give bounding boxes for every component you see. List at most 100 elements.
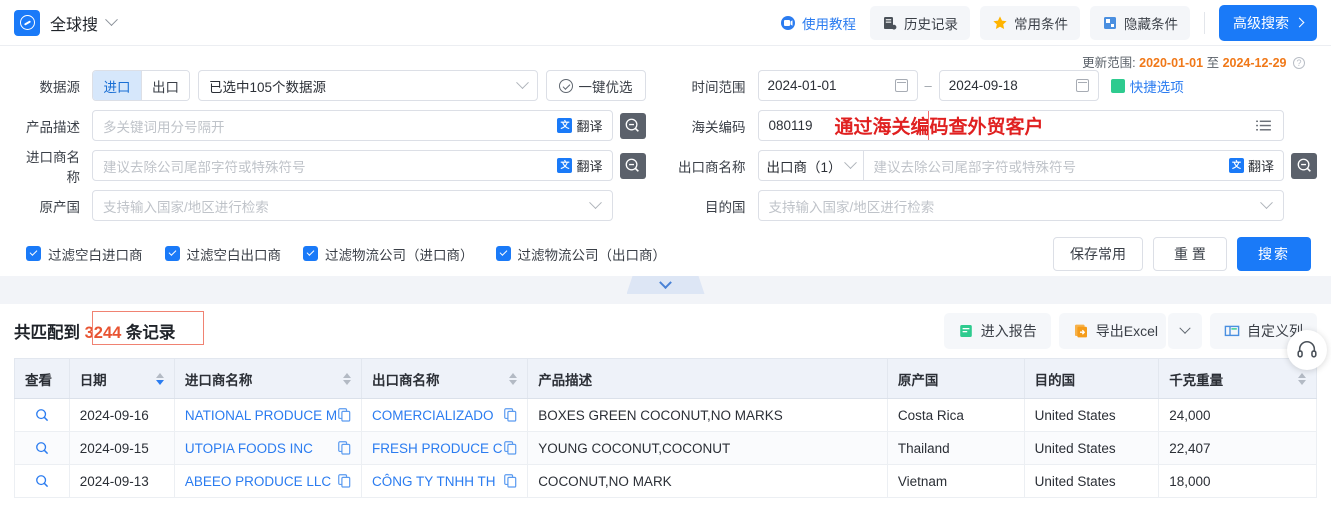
cell-view[interactable] — [14, 398, 70, 432]
exporter-name-field[interactable]: 出口商（1） 建议去除公司尾部字符或特殊符号 文A 翻译 — [757, 150, 1284, 181]
cell-view[interactable] — [14, 464, 70, 498]
checkbox-checked-icon — [164, 246, 180, 261]
customer-service-button[interactable] — [1287, 330, 1327, 370]
chevron-down-icon[interactable] — [105, 13, 118, 27]
filter-blank-importer[interactable]: 过滤空白进口商 — [26, 244, 143, 264]
table-row[interactable]: 2024-09-16 NATIONAL PRODUCE M COMERCIALI… — [14, 398, 1317, 432]
exporter-name-zoom-button[interactable] — [1291, 152, 1317, 179]
importer-name-field[interactable]: 建议去除公司尾部字符或特殊符号 文A 翻译 — [92, 150, 613, 181]
dest-country-field[interactable]: 支持输入国家/地区进行检索 — [757, 190, 1284, 221]
importer-name-zoom-button[interactable] — [619, 152, 646, 179]
sort-weight-icon[interactable] — [1298, 372, 1306, 385]
product-desc-row: 产品描述 多关键词用分号隔开 文A 翻译 — [14, 110, 646, 141]
copy-icon[interactable] — [504, 408, 517, 422]
reset-button[interactable]: 重 置 — [1153, 236, 1227, 271]
col-exporter[interactable]: 出口商名称 — [361, 358, 529, 399]
table-row[interactable]: 2024-09-13 ABEEO PRODUCE LLC CÔNG TY TNH… — [14, 464, 1317, 498]
history-label: 历史记录 — [904, 16, 958, 32]
origin-country-row: 原产国 支持输入国家/地区进行检索 — [14, 190, 646, 221]
cell-importer[interactable]: UTOPIA FOODS INC — [173, 431, 363, 465]
export-excel-button[interactable]: 导出Excel — [1058, 313, 1166, 349]
importer-link[interactable]: ABEEO PRODUCE LLC — [185, 474, 331, 489]
cell-exporter[interactable]: COMERCIALIZADO — [361, 398, 529, 432]
copy-icon[interactable] — [338, 408, 351, 422]
list-icon[interactable] — [1256, 120, 1271, 132]
time-range-start-value: 2024-01-01 — [767, 78, 837, 93]
col-view-label: 查看 — [25, 372, 52, 388]
cell-product: COCONUT,NO MARK — [527, 464, 888, 498]
quick-options-icon — [1110, 78, 1125, 93]
cell-importer[interactable]: ABEEO PRODUCE LLC — [173, 464, 363, 498]
segment-import[interactable]: 进口 — [93, 71, 141, 100]
enter-report-button[interactable]: 进入报告 — [943, 313, 1051, 349]
history-button[interactable]: 历史记录 — [870, 5, 970, 40]
time-range-end-input[interactable]: 2024-09-18 — [938, 70, 1099, 101]
exporter-link[interactable]: FRESH PRODUCE C — [372, 441, 503, 456]
col-importer[interactable]: 进口商名称 — [173, 358, 363, 399]
view-detail-icon[interactable] — [25, 441, 59, 455]
table-header-row: 查看 日期 进口商名称 出口商名称 产品描述 原产国 目的国 千克重量 — [14, 358, 1317, 399]
quick-options-button[interactable]: 快捷选项 — [1110, 76, 1184, 96]
advanced-search-button[interactable]: 高级搜索 — [1219, 4, 1317, 41]
exporter-name-translate-button[interactable]: 文A 翻译 — [1220, 156, 1283, 180]
view-detail-icon[interactable] — [25, 408, 59, 422]
view-detail-icon[interactable] — [25, 474, 59, 488]
segment-export[interactable]: 出口 — [141, 71, 189, 100]
copy-icon[interactable] — [504, 441, 517, 455]
product-desc-translate-button[interactable]: 文A 翻译 — [548, 116, 611, 140]
filter-logistics-importer[interactable]: 过滤物流公司（进口商） — [303, 244, 474, 264]
importer-link[interactable]: NATIONAL PRODUCE M — [185, 408, 337, 423]
copy-icon[interactable] — [338, 441, 351, 455]
product-desc-field[interactable]: 多关键词用分号隔开 文A 翻译 — [92, 110, 613, 141]
origin-country-placeholder: 支持输入国家/地区进行检索 — [103, 199, 269, 215]
exporter-name-row: 出口商名称 出口商（1） 建议去除公司尾部字符或特殊符号 文A 翻译 — [666, 150, 1317, 181]
results-count: 共匹配到 3244 条记录 — [14, 311, 204, 345]
data-source-select[interactable]: 已选中105个数据源 — [198, 70, 538, 101]
col-destination[interactable]: 目的国 — [1023, 358, 1160, 399]
table-row[interactable]: 2024-09-15 UTOPIA FOODS INC FRESH PRODUC… — [14, 431, 1317, 465]
enter-report-label: 进入报告 — [980, 323, 1037, 339]
sort-exporter-icon[interactable] — [509, 372, 518, 385]
save-common-button[interactable]: 保存常用 — [1053, 236, 1143, 271]
origin-country-field[interactable]: 支持输入国家/地区进行检索 — [92, 190, 613, 221]
cell-exporter[interactable]: CÔNG TY TNHH TH — [361, 464, 529, 498]
col-product[interactable]: 产品描述 — [527, 358, 888, 399]
cell-importer[interactable]: NATIONAL PRODUCE M — [173, 398, 363, 432]
copy-icon[interactable] — [504, 474, 517, 488]
cell-view[interactable] — [14, 431, 70, 465]
one-click-optimize-button[interactable]: 一键优选 — [545, 70, 646, 101]
chevron-down-icon — [1179, 322, 1191, 334]
exporter-name-placeholder: 建议去除公司尾部字符或特殊符号 — [873, 159, 1077, 175]
col-origin[interactable]: 原产国 — [886, 358, 1025, 399]
search-column-right: 时间范围 2024-01-01 – 2024-09-18 快捷选项 海关编码 0… — [666, 70, 1318, 230]
filter-logistics-exporter[interactable]: 过滤物流公司（出口商） — [495, 244, 666, 264]
exporter-link[interactable]: CÔNG TY TNHH TH — [372, 474, 496, 489]
copy-icon[interactable] — [338, 474, 351, 488]
tutorial-link[interactable]: 使用教程 — [776, 7, 860, 39]
importer-name-translate-button[interactable]: 文A 翻译 — [548, 156, 611, 180]
cell-weight: 24,000 — [1158, 398, 1317, 432]
cell-destination: United States — [1023, 431, 1160, 465]
hide-conditions-button[interactable]: 隐藏条件 — [1090, 5, 1190, 40]
search-button[interactable]: 搜索 — [1237, 236, 1311, 271]
col-view[interactable]: 查看 — [14, 358, 70, 399]
translate-label: 翻译 — [576, 119, 603, 134]
time-range-start-input[interactable]: 2024-01-01 — [757, 70, 918, 101]
export-options-button[interactable] — [1168, 313, 1202, 349]
favorites-button[interactable]: 常用条件 — [980, 5, 1080, 40]
sort-date-icon[interactable] — [155, 372, 164, 385]
collapse-panel-button[interactable] — [626, 276, 705, 294]
product-desc-zoom-button[interactable] — [619, 112, 646, 139]
exporter-link[interactable]: COMERCIALIZADO — [372, 408, 494, 423]
exporter-type-select[interactable]: 出口商（1） — [759, 151, 864, 180]
col-date[interactable]: 日期 — [68, 358, 175, 399]
cell-exporter[interactable]: FRESH PRODUCE C — [361, 431, 529, 465]
help-icon[interactable]: ? — [1293, 57, 1305, 69]
dest-country-row: 目的国 支持输入国家/地区进行检索 — [666, 190, 1318, 221]
hs-code-field[interactable]: 080119 通过海关编码查外贸客户 — [757, 110, 1284, 141]
zoom-out-icon — [1297, 158, 1311, 172]
sort-importer-icon[interactable] — [343, 372, 352, 385]
filter-blank-exporter[interactable]: 过滤空白出口商 — [164, 244, 281, 264]
importer-link[interactable]: UTOPIA FOODS INC — [185, 441, 313, 456]
chevron-down-icon — [588, 196, 602, 210]
